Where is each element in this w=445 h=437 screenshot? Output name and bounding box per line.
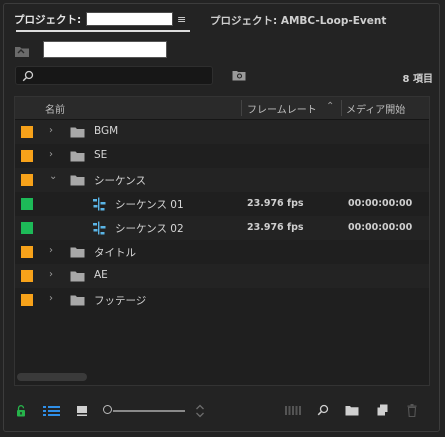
folder-icon	[70, 127, 85, 138]
icon-view-icon[interactable]	[76, 405, 88, 417]
chevron-right-icon[interactable]: ›	[49, 125, 53, 136]
active-tab-indicator	[16, 30, 190, 32]
item-name: AE	[94, 269, 108, 281]
sequence-icon	[93, 197, 106, 211]
folder-icon	[70, 295, 85, 306]
new-bin-icon[interactable]	[345, 405, 359, 416]
find-icon[interactable]	[317, 404, 329, 416]
item-name: BGM	[94, 125, 119, 137]
item-count: 8 項目	[402, 74, 433, 85]
chevron-right-icon[interactable]: ›	[49, 269, 53, 280]
hamburger-icon[interactable]: ≡	[177, 14, 186, 25]
list-item-sequence-02[interactable]: シーケンス 02 23.976 fps 00:00:00:00	[15, 216, 429, 240]
label-color-swatch[interactable]	[21, 246, 33, 258]
label-color-swatch[interactable]	[21, 150, 33, 162]
chevron-right-icon[interactable]: ›	[49, 245, 53, 256]
panel-tab-bar: プロジェクト: ≡ プロジェクト: AMBC-Loop-Event	[4, 6, 440, 32]
sort-icon[interactable]	[195, 404, 205, 418]
label-color-swatch[interactable]	[21, 126, 33, 138]
frame-rate-value: 23.976 fps	[247, 198, 304, 209]
item-name: フッテージ	[94, 295, 147, 307]
chevron-right-icon[interactable]: ›	[49, 149, 53, 160]
new-item-icon[interactable]	[377, 404, 388, 416]
sort-ascending-icon: ⌃	[326, 101, 335, 112]
folder-icon	[70, 151, 85, 162]
list-item-bin-se[interactable]: › SE	[15, 144, 429, 168]
label-color-swatch[interactable]	[21, 174, 33, 186]
list-item-bin-ae[interactable]: › AE	[15, 264, 429, 288]
label-color-swatch[interactable]	[21, 294, 33, 306]
horizontal-scrollbar[interactable]	[17, 373, 87, 381]
zoom-slider-track[interactable]	[113, 410, 185, 412]
list-header: 名前 フレームレート ⌃ メディア開始	[15, 97, 429, 120]
clear-icon[interactable]	[407, 404, 417, 417]
project-item-list: 名前 フレームレート ⌃ メディア開始 › BGM › SE ⌄ シーケンス シ…	[14, 96, 430, 386]
sequence-icon	[93, 221, 106, 235]
list-item-sequence-01[interactable]: シーケンス 01 23.976 fps 00:00:00:00	[15, 192, 429, 216]
item-name: SE	[94, 149, 108, 161]
frame-rate-value: 23.976 fps	[247, 222, 304, 233]
bin-up-icon[interactable]	[14, 44, 30, 58]
list-item-bin-sequences[interactable]: ⌄ シーケンス	[15, 168, 429, 192]
automate-to-sequence-icon[interactable]	[285, 405, 301, 416]
list-item-bin-titles[interactable]: › タイトル	[15, 240, 429, 264]
search-icon	[22, 70, 34, 82]
folder-icon	[70, 271, 85, 282]
item-name: タイトル	[94, 247, 136, 259]
chevron-right-icon[interactable]: ›	[49, 293, 53, 304]
media-start-value: 00:00:00:00	[348, 222, 413, 233]
column-divider[interactable]	[341, 100, 342, 116]
zoom-slider-handle[interactable]	[103, 405, 112, 414]
new-search-bin-icon[interactable]	[232, 69, 246, 81]
column-divider[interactable]	[241, 100, 242, 116]
item-name: シーケンス	[94, 175, 146, 187]
chevron-down-icon[interactable]: ⌄	[49, 171, 57, 182]
label-color-swatch[interactable]	[21, 270, 33, 282]
item-name: シーケンス 02	[115, 223, 184, 235]
label-color-swatch[interactable]	[21, 222, 33, 234]
media-start-value: 00:00:00:00	[348, 198, 413, 209]
item-name: シーケンス 01	[115, 199, 184, 211]
column-header-media-start[interactable]: メディア開始	[346, 101, 405, 116]
list-item-bin-bgm[interactable]: › BGM	[15, 120, 429, 144]
folder-icon	[70, 247, 85, 258]
tab-project-active-label[interactable]: プロジェクト:	[14, 12, 81, 30]
tab-project-ambc-loop-event[interactable]: プロジェクト: AMBC-Loop-Event	[210, 13, 386, 28]
search-field[interactable]	[15, 66, 213, 85]
search-input[interactable]	[38, 68, 212, 85]
column-header-frame-rate[interactable]: フレームレート	[247, 101, 317, 116]
label-color-swatch[interactable]	[21, 198, 33, 210]
bin-name-field	[43, 41, 167, 58]
list-view-icon[interactable]	[43, 405, 60, 417]
lock-icon[interactable]	[16, 405, 26, 417]
list-item-bin-footage[interactable]: › フッテージ	[15, 288, 429, 312]
tab-project-name-field	[86, 12, 173, 26]
folder-icon	[70, 175, 85, 186]
column-header-name[interactable]: 名前	[45, 101, 65, 116]
